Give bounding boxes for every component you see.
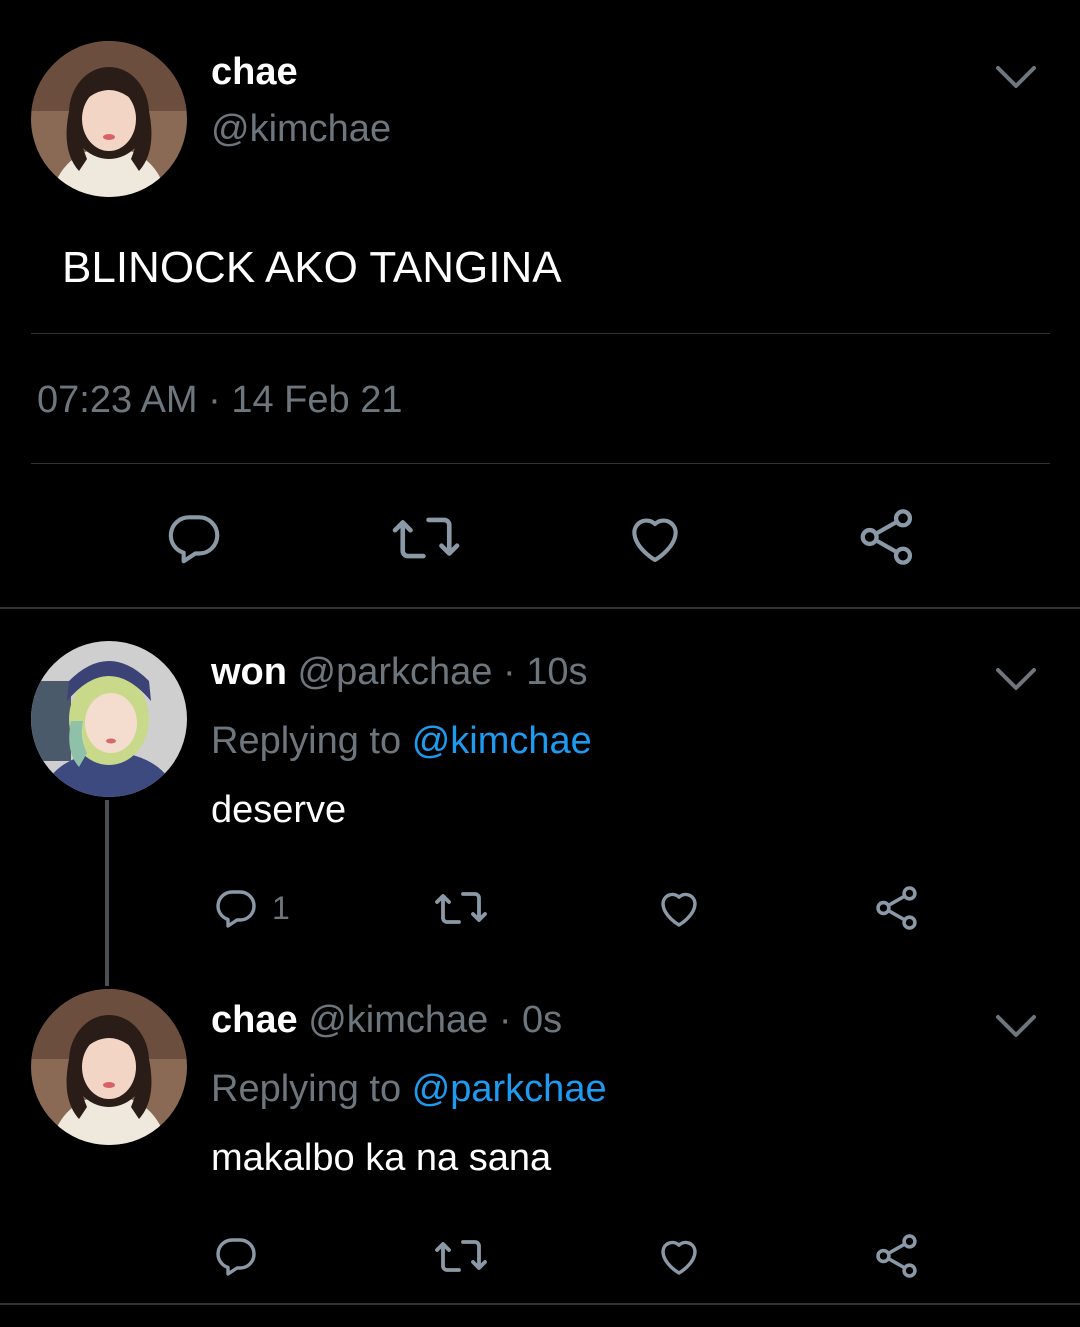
heart-icon: [623, 507, 687, 569]
retweet-icon: [432, 1232, 490, 1280]
comment-icon: [212, 884, 260, 932]
reply-text: makalbo ka na sana: [211, 1137, 552, 1179]
author-name[interactable]: won: [211, 651, 287, 693]
share-icon: [855, 505, 919, 569]
retweet-button[interactable]: [432, 1232, 490, 1280]
section-divider: [0, 607, 1080, 609]
timestamp: 07:23 AM · 14 Feb 21: [37, 378, 402, 422]
chevron-down-icon[interactable]: [994, 1011, 1038, 1041]
replying-label: Replying to: [211, 720, 402, 762]
share-button[interactable]: [872, 883, 922, 933]
separator-dot: ·: [498, 999, 512, 1041]
like-button[interactable]: [654, 884, 704, 932]
author-name[interactable]: chae: [211, 50, 298, 94]
reply-time[interactable]: 10s: [526, 651, 587, 693]
share-button[interactable]: [872, 1231, 922, 1281]
share-icon: [872, 1231, 922, 1281]
reply-header: won @parkchae · 10s: [211, 650, 588, 694]
avatar[interactable]: [31, 989, 187, 1145]
tweet-text: BLINOCK AKO TANGINA: [62, 243, 562, 292]
mention-link[interactable]: @parkchae: [412, 1068, 607, 1110]
separator-dot: ·: [503, 651, 516, 693]
bottom-divider: [0, 1303, 1080, 1305]
divider: [31, 333, 1050, 334]
divider: [31, 463, 1050, 464]
author-handle[interactable]: @kimchae: [211, 107, 391, 151]
author-handle[interactable]: @parkchae: [298, 651, 493, 693]
reply-time[interactable]: 0s: [522, 999, 562, 1041]
retweet-icon: [389, 507, 463, 569]
comment-icon: [212, 1232, 260, 1280]
replying-label: Replying to: [211, 1068, 402, 1110]
mention-link[interactable]: @kimchae: [412, 720, 592, 762]
replying-to-line: Replying to @kimchae: [211, 719, 592, 763]
heart-icon: [654, 884, 704, 932]
like-button[interactable]: [623, 507, 687, 569]
author-name[interactable]: chae: [211, 999, 298, 1041]
chevron-down-icon[interactable]: [994, 62, 1038, 92]
replying-to-line: Replying to @parkchae: [211, 1067, 607, 1111]
tweet-time: 07:23 AM: [37, 379, 198, 421]
retweet-button[interactable]: [432, 884, 490, 932]
separator-dot: ·: [208, 379, 221, 421]
avatar[interactable]: [31, 641, 187, 797]
chevron-down-icon[interactable]: [994, 664, 1038, 694]
retweet-icon: [432, 884, 490, 932]
reply-text: deserve: [211, 789, 347, 831]
heart-icon: [654, 1232, 704, 1280]
retweet-button[interactable]: [389, 507, 463, 569]
avatar[interactable]: [31, 41, 187, 197]
reply-button[interactable]: 1: [212, 884, 290, 932]
share-button[interactable]: [855, 505, 919, 569]
reply-header: chae @kimchae · 0s: [211, 998, 562, 1042]
thread-line: [105, 800, 109, 986]
comment-icon: [163, 507, 225, 569]
tweet-date: 14 Feb 21: [231, 379, 403, 421]
like-button[interactable]: [654, 1232, 704, 1280]
author-handle[interactable]: @kimchae: [308, 999, 488, 1041]
reply-button[interactable]: [212, 1232, 260, 1280]
reply-count: 1: [272, 889, 290, 926]
reply-button[interactable]: [163, 507, 225, 569]
share-icon: [872, 883, 922, 933]
